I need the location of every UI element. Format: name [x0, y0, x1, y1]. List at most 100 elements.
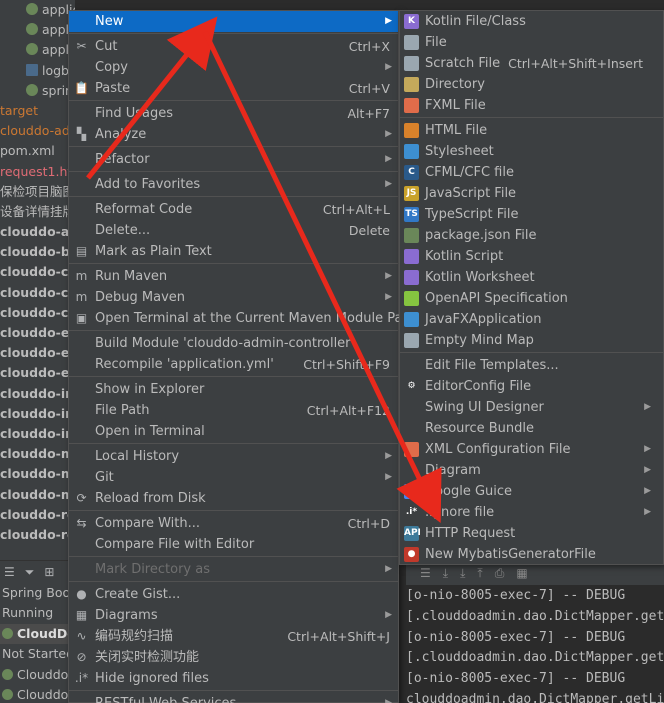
project-tree-item[interactable]: clouddo-admin-service: [0, 222, 75, 242]
menu-item[interactable]: Open in Terminal: [69, 421, 398, 442]
menu-item[interactable]: ✂ Cut Ctrl+X: [69, 36, 398, 57]
menu-item[interactable]: New ▶: [69, 11, 398, 32]
project-tree-item[interactable]: clouddo-equipment: [0, 323, 75, 343]
submenu-item[interactable]: Stylesheet: [400, 141, 663, 162]
scroll-up-icon[interactable]: ⤒: [477, 566, 482, 581]
submenu-item[interactable]: package.json File: [400, 225, 663, 246]
menu-item-shortcut: Ctrl+Alt+F12: [306, 403, 390, 418]
project-tree-item[interactable]: clouddo-cms: [0, 262, 75, 282]
menu-item[interactable]: Show in Explorer: [69, 379, 398, 400]
submenu-item[interactable]: Kotlin Script: [400, 246, 663, 267]
project-tree-item[interactable]: clouddo-equipment-service: [0, 363, 75, 383]
menu-item[interactable]: ▦ Diagrams ▶: [69, 605, 398, 626]
project-tree-item[interactable]: clouddo-repair: [0, 505, 75, 525]
project-tree-item[interactable]: application-prod.yml: [0, 40, 75, 60]
submenu-item[interactable]: Swing UI Designer ▶: [400, 397, 663, 418]
submenu-item[interactable]: Directory: [400, 74, 663, 95]
submenu-item[interactable]: Scratch File Ctrl+Alt+Shift+Insert: [400, 53, 663, 74]
project-tree-item[interactable]: clouddo-inspection: [0, 384, 75, 404]
menu-item[interactable]: Copy ▶: [69, 57, 398, 78]
scroll-down-icon[interactable]: ⤓: [443, 566, 448, 581]
submenu-arrow-icon: ▶: [644, 486, 651, 496]
scroll-end-icon[interactable]: ⤓: [460, 566, 465, 581]
menu-item[interactable]: Compare File with Editor: [69, 534, 398, 555]
soft-wrap-icon[interactable]: ☰: [420, 566, 431, 580]
project-tree-item[interactable]: clouddo-inspection-api: [0, 404, 75, 424]
menu-item[interactable]: ∿ 编码规约扫描 Ctrl+Alt+Shift+J: [69, 626, 398, 647]
menu-item[interactable]: Local History ▶: [69, 446, 398, 467]
submenu-item[interactable]: API HTTP Request: [400, 523, 663, 544]
submenu-item[interactable]: C CFML/CFC file: [400, 162, 663, 183]
service-item[interactable]: CloudDoAdminApplication: [0, 623, 200, 645]
menu-item[interactable]: File Path Ctrl+Alt+F12: [69, 400, 398, 421]
submenu-item[interactable]: JavaFXApplication: [400, 309, 663, 330]
submenu-item[interactable]: K Kotlin File/Class: [400, 11, 663, 32]
menu-item[interactable]: Reformat Code Ctrl+Alt+L: [69, 199, 398, 220]
submenu-item[interactable]: Edit File Templates...: [400, 355, 663, 376]
submenu-item[interactable]: FXML File: [400, 95, 663, 116]
project-tree-item[interactable]: request1.http: [0, 162, 75, 182]
project-tree-item[interactable]: 设备详情挂牌接口.txt: [0, 202, 75, 222]
menu-item[interactable]: .i* Hide ignored files: [69, 668, 398, 689]
submenu-item[interactable]: .i* .ignore file ▶: [400, 502, 663, 523]
submenu-item[interactable]: Resource Bundle: [400, 418, 663, 439]
project-tree-item[interactable]: clouddo-base: [0, 242, 75, 262]
submenu-item[interactable]: Diagram ▶: [400, 460, 663, 481]
menu-item[interactable]: ▣ Open Terminal at the Current Maven Modu…: [69, 308, 416, 329]
service-item[interactable]: Not Started: [0, 644, 75, 664]
submenu-item[interactable]: ⚙ EditorConfig File: [400, 376, 663, 397]
project-tree-item[interactable]: spring.factories: [0, 81, 75, 101]
project-tree-item[interactable]: clouddo-customer: [0, 303, 75, 323]
project-tree-item[interactable]: logback.xml: [0, 61, 75, 81]
menu-item[interactable]: ⇆ Compare With... Ctrl+D: [69, 513, 398, 534]
menu-item[interactable]: Refactor ▶: [69, 149, 398, 170]
menu-item[interactable]: m Run Maven ▶: [69, 266, 398, 287]
add-icon[interactable]: ⊞: [44, 565, 54, 579]
menu-item[interactable]: Add to Favorites ▶: [69, 174, 398, 195]
menu-item[interactable]: ⟳ Reload from Disk: [69, 488, 398, 509]
project-tree-item[interactable]: clouddo-inspection-service: [0, 424, 75, 444]
project-tree-item[interactable]: pom.xml: [0, 141, 75, 161]
menu-item[interactable]: Delete... Delete: [69, 220, 398, 241]
menu-item[interactable]: 📋 Paste Ctrl+V: [69, 78, 398, 99]
service-item[interactable]: Running: [0, 603, 75, 623]
service-item[interactable]: Clouddo...: [0, 665, 80, 685]
menu-item[interactable]: Find Usages Alt+F7: [69, 103, 398, 124]
project-tree-item[interactable]: clouddo-maintenance-service: [0, 485, 75, 505]
submenu-item[interactable]: Kotlin Worksheet: [400, 267, 663, 288]
project-tree-item[interactable]: clouddo-maintenance: [0, 444, 75, 464]
submenu-item[interactable]: TS TypeScript File: [400, 204, 663, 225]
project-tree-item[interactable]: clouddo-repair-api: [0, 525, 75, 545]
menu-item[interactable]: Git ▶: [69, 467, 398, 488]
service-item[interactable]: Clouddo...: [0, 685, 80, 703]
submenu-item[interactable]: OpenAPI Specification: [400, 288, 663, 309]
print-icon[interactable]: ⎙: [495, 566, 505, 581]
menu-item[interactable]: ● Create Gist...: [69, 584, 398, 605]
project-tree-item[interactable]: target: [0, 101, 75, 121]
menu-item[interactable]: ▚ Analyze ▶: [69, 124, 398, 145]
project-tree-item[interactable]: clouddo-admin-controller.iml: [0, 121, 75, 141]
filter-icon[interactable]: ⏷: [25, 565, 35, 579]
submenu-item[interactable]: JS JavaScript File: [400, 183, 663, 204]
menu-item[interactable]: m Debug Maven ▶: [69, 287, 398, 308]
project-tree-item[interactable]: clouddo-common: [0, 283, 75, 303]
menu-item[interactable]: ▤ Mark as Plain Text: [69, 241, 398, 262]
project-tree-item[interactable]: clouddo-equipment-api: [0, 343, 75, 363]
submenu-item[interactable]: File: [400, 32, 663, 53]
menu-item[interactable]: Recompile 'application.yml' Ctrl+Shift+F9: [69, 354, 398, 375]
menu-item[interactable]: RESTful Web Services ▶: [69, 693, 398, 703]
project-tree-item[interactable]: 保检项目脑图.xmind: [0, 182, 75, 202]
menu-item[interactable]: ⊘ 关闭实时检测功能: [69, 647, 398, 668]
submenu-item[interactable]: HTML File: [400, 120, 663, 141]
service-item[interactable]: Spring Boot: [0, 583, 75, 603]
submenu-item[interactable]: XML Configuration File ▶: [400, 439, 663, 460]
project-tree-item[interactable]: application.yml: [0, 0, 75, 20]
layout-icon[interactable]: ▦: [516, 566, 527, 580]
submenu-item[interactable]: Empty Mind Map: [400, 330, 663, 351]
project-tree-item[interactable]: application-dev.yml: [0, 20, 75, 40]
collapse-icon[interactable]: ☰: [4, 565, 15, 579]
menu-item[interactable]: Build Module 'clouddo-admin-controller': [69, 333, 398, 354]
project-tree-item[interactable]: clouddo-maintenance-api: [0, 464, 75, 484]
submenu-item[interactable]: G Google Guice ▶: [400, 481, 663, 502]
submenu-item[interactable]: ● New MybatisGeneratorFile: [400, 544, 663, 565]
